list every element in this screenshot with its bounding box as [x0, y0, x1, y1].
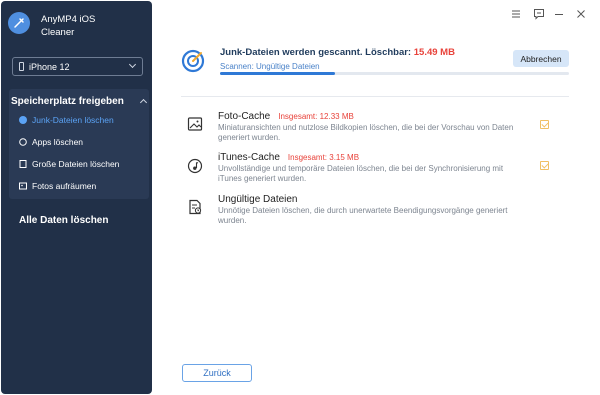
- scan-progress-icon: [181, 49, 205, 73]
- sidebar-item-label: Fotos aufräumen: [32, 181, 97, 191]
- apps-icon: [19, 138, 27, 146]
- item-description: Miniaturansichten und nutzlose Bildkopie…: [218, 123, 514, 142]
- item-total: Insgesamt: 12.33 MB: [278, 112, 354, 121]
- item-description: Unnötige Dateien löschen, die durch uner…: [218, 206, 508, 225]
- scan-title-text: Junk-Dateien werden gescannt. Löschbar:: [220, 47, 412, 58]
- close-icon[interactable]: [575, 8, 587, 20]
- menu-icon[interactable]: [510, 8, 522, 20]
- sidebar: AnyMP4 iOS Cleaner iPhone 12 Speicherpla…: [1, 1, 152, 394]
- sidebar-item-label: Große Dateien löschen: [32, 159, 120, 169]
- back-button[interactable]: Zurück: [182, 364, 252, 382]
- app-logo-icon: [8, 12, 30, 34]
- list-item-invalid-files: Ungültige Dateien: [218, 194, 306, 205]
- chevron-down-icon: [128, 60, 137, 69]
- abort-button[interactable]: Abbrechen: [513, 50, 569, 67]
- divider: [181, 96, 569, 97]
- sidebar-item-large-files[interactable]: Große Dateien löschen: [19, 159, 119, 169]
- sidebar-item-erase-all[interactable]: Alle Daten löschen: [19, 215, 108, 226]
- scan-title: Junk-Dateien werden gescannt. Löschbar: …: [220, 47, 455, 58]
- section-title-free-space[interactable]: Speicherplatz freigeben: [11, 96, 124, 107]
- item-title: Foto-Cache: [218, 111, 271, 122]
- item-title: iTunes-Cache: [218, 152, 280, 163]
- item-description: Unvollständige und temporäre Dateien lös…: [218, 164, 504, 183]
- minimize-icon[interactable]: [553, 8, 565, 20]
- scan-status: Scannen: Ungültige Dateien: [220, 62, 320, 71]
- device-name: iPhone 12: [29, 61, 70, 72]
- phone-icon: [19, 62, 24, 71]
- junk-files-icon: [19, 116, 27, 124]
- item-total: Insgesamt: 3.15 MB: [287, 153, 360, 162]
- feedback-icon[interactable]: [533, 8, 545, 20]
- sidebar-item-label: Apps löschen: [32, 137, 84, 147]
- photo-cache-icon: [187, 117, 203, 131]
- music-note-icon: [187, 158, 203, 174]
- list-item-photo-cache: Foto-Cache Insgesamt: 12.33 MB: [218, 111, 354, 122]
- app-title: AnyMP4 iOS Cleaner: [41, 14, 96, 38]
- list-item-itunes-cache: iTunes-Cache Insgesamt: 3.15 MB: [218, 152, 359, 163]
- large-files-icon: [19, 160, 27, 168]
- scan-progress-fill: [220, 72, 336, 75]
- sidebar-item-label: Junk-Dateien löschen: [32, 115, 114, 125]
- scan-size: 15.49 MB: [413, 47, 455, 58]
- sidebar-item-junk-files[interactable]: Junk-Dateien löschen: [19, 115, 114, 125]
- device-select[interactable]: iPhone 12: [12, 57, 143, 76]
- photos-icon: [19, 182, 27, 190]
- sidebar-item-photos[interactable]: Fotos aufräumen: [19, 181, 96, 191]
- item-title: Ungültige Dateien: [218, 194, 298, 205]
- photo-cache-checkbox[interactable]: [540, 120, 549, 129]
- scan-progress-bar: [220, 72, 569, 75]
- invalid-file-icon: [189, 199, 202, 215]
- sidebar-item-apps[interactable]: Apps löschen: [19, 137, 83, 147]
- itunes-cache-checkbox[interactable]: [540, 161, 549, 170]
